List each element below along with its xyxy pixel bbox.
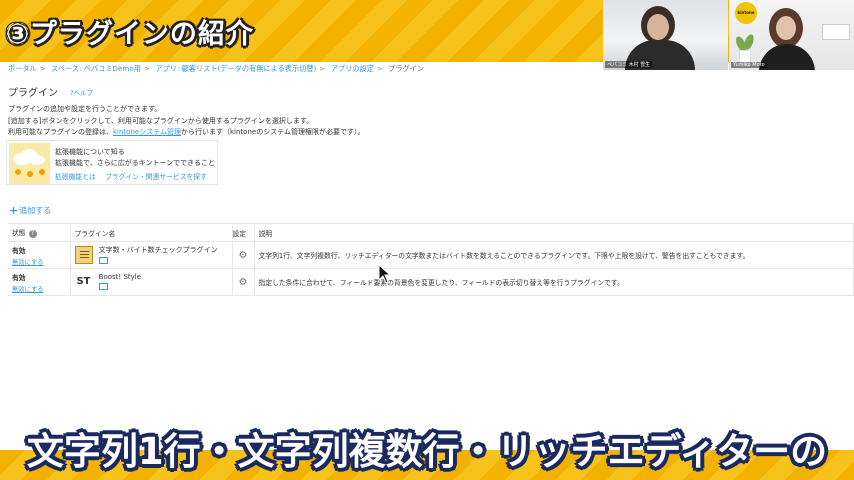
table-row: 有効 無効にする ST Boost! Style ⚙ 指定した条件に合わせて、フ… — [8, 268, 854, 296]
extension-illustration-icon — [9, 143, 50, 184]
participant-face — [776, 16, 796, 40]
description-line-1: プラグインの追加や設定を行うことができます。 — [8, 105, 162, 113]
breadcrumb-current: プラグイン — [388, 64, 425, 73]
about-extensions-link[interactable]: 拡張機能とは — [55, 171, 96, 181]
settings-cell: ⚙ — [232, 241, 255, 269]
header-plugin-name: プラグイン名 — [70, 223, 233, 242]
state-cell: 有効 無効にする — [8, 268, 71, 296]
extension-subtitle: 拡張機能で、さらに広がるキントーンでできること — [55, 159, 216, 167]
description-suffix: から行います（kintoneのシステム管理権限が必要です）。 — [181, 128, 365, 136]
extension-title: 拡張機能について知る — [55, 148, 125, 156]
plant-leaf-icon — [742, 33, 756, 51]
add-plugin-label: 追加する — [19, 206, 52, 215]
disable-link[interactable]: 無効にする — [12, 284, 70, 293]
participant-name: Yumiko Moto — [731, 62, 767, 68]
state-cell: 有効 無効にする — [8, 241, 71, 269]
description-cell: 指定した条件に合わせて、フィールド要素の背景色を変更したり、フィールドの表示切り… — [254, 268, 854, 296]
breadcrumb: ポータル > スペース: ペパコミDemo用 > アプリ: 顧客リスト(データの有無… — [8, 64, 425, 73]
breadcrumb-portal[interactable]: ポータル — [8, 64, 37, 73]
participant-name: ペパコミ 木村 雪生 — [605, 61, 653, 68]
plugin-table: 状態? プラグイン名 設定 説明 有効 無効にする 文字数・バイト数チェックプラ… — [8, 223, 854, 296]
st-logo-icon: ST — [76, 276, 91, 287]
plus-icon: + — [9, 204, 19, 217]
plugin-name: Boost! Style — [98, 272, 142, 281]
header-description: 説明 — [254, 223, 854, 242]
plugin-name: 文字数・バイト数チェックプラグイン — [98, 245, 218, 254]
header-settings: 設定 — [232, 223, 255, 242]
gear-icon[interactable]: ⚙ — [239, 250, 248, 261]
banner-title: ③プラグインの紹介 — [6, 19, 254, 50]
header-state: 状態? — [8, 223, 71, 242]
description-prefix: 利用可能なプラグインの登録は、 — [8, 128, 113, 136]
description-line-3: 利用可能なプラグインの登録は、kintoneシステム管理から行います（kinto… — [8, 127, 365, 137]
plugin-name-cell: 文字数・バイト数チェックプラグイン — [70, 241, 233, 269]
disable-link[interactable]: 無効にする — [12, 257, 70, 266]
plugin-details-icon[interactable] — [98, 256, 108, 264]
help-link[interactable]: ?ヘルプ — [70, 87, 93, 97]
plugin-details-icon[interactable] — [98, 282, 108, 290]
breadcrumb-space[interactable]: スペース: ペパコミDemo用 — [51, 64, 141, 73]
breadcrumb-app-settings[interactable]: アプリの設定 — [331, 64, 374, 73]
breadcrumb-app[interactable]: アプリ: 顧客リスト(データの有無による表示切替) — [155, 64, 316, 73]
gear-icon[interactable]: ⚙ — [239, 277, 248, 288]
page-title: プラグイン — [8, 88, 58, 99]
document-icon — [74, 246, 93, 264]
plugin-name-cell: ST Boost! Style — [70, 268, 233, 296]
participant-body — [759, 44, 815, 70]
extension-info-box: 拡張機能について知る 拡張機能で、さらに広がるキントーンでできること 拡張機能と… — [6, 140, 218, 185]
participant-face — [647, 14, 669, 40]
table-row: 有効 無効にする 文字数・バイト数チェックプラグイン ⚙ 文字列1行、文字列複数… — [8, 241, 854, 269]
kintone-system-admin-link[interactable]: kintoneシステム管理 — [113, 128, 181, 136]
table-header-row: 状態? プラグイン名 設定 説明 — [8, 223, 854, 242]
company-logo-icon: kintone — [735, 2, 757, 24]
description-line-2: [追加する]ボタンをクリックして、利用可能なプラグインから使用するプラグインを選… — [8, 117, 314, 125]
poster-icon — [822, 24, 850, 40]
description-cell: 文字列1行、文字列複数行、リッチエディターの文字数またはバイト数を数えることので… — [254, 241, 854, 269]
find-plugins-link[interactable]: プラグイン・関連サービスを探す — [105, 171, 207, 181]
video-tile-2: kintone Yumiko Moto — [729, 0, 854, 70]
state-enabled: 有効 — [12, 246, 26, 255]
subtitle-caption: 文字列1行・文字列複数行・リッチエディターの — [26, 430, 828, 473]
settings-cell: ⚙ — [232, 268, 255, 296]
add-plugin-button[interactable]: +追加する — [9, 204, 51, 217]
state-enabled: 有効 — [12, 273, 26, 282]
mouse-cursor-icon — [378, 264, 392, 284]
video-tile-1: ペパコミ 木村 雪生 — [603, 0, 728, 70]
question-icon[interactable]: ? — [28, 230, 37, 238]
